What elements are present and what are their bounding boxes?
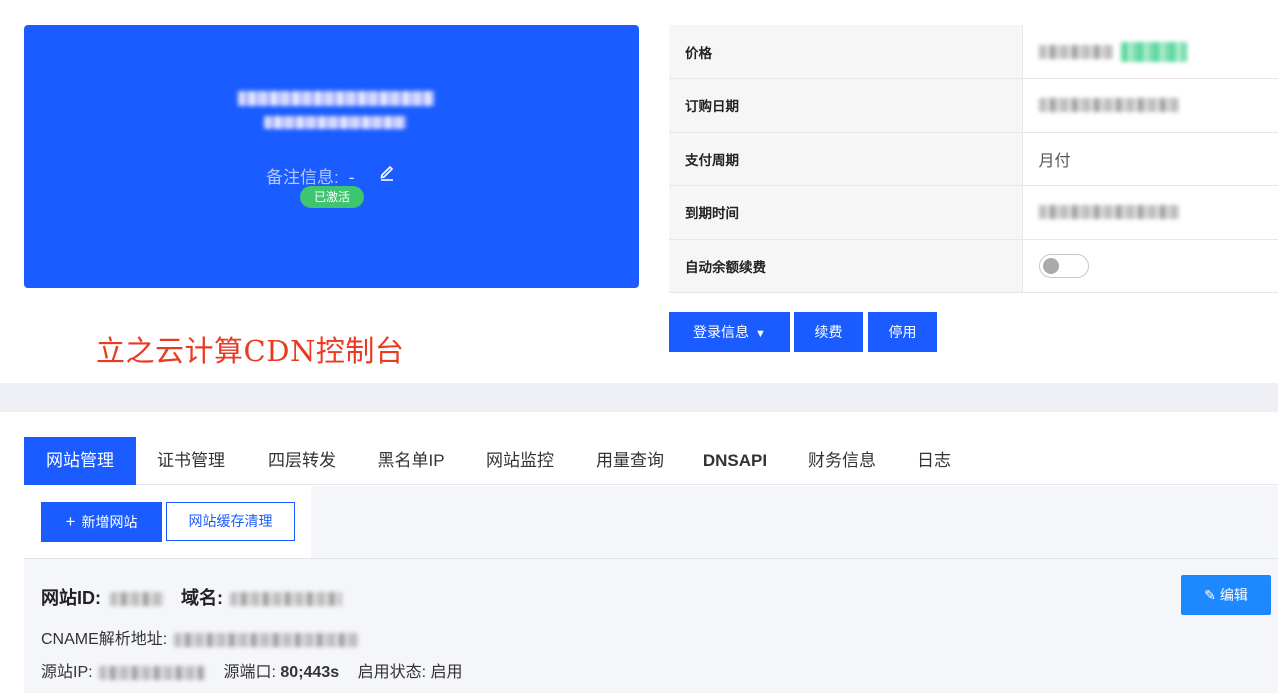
account-card: 备注信息: - 已激活: [24, 25, 639, 288]
stop-button[interactable]: 停用: [868, 312, 937, 352]
price-label: 价格: [669, 25, 1023, 79]
payment-cycle-value: 月付: [1022, 132, 1278, 186]
table-row: 到期时间: [669, 185, 1278, 240]
site-id-label: 网站ID:: [41, 588, 101, 608]
cname-label: CNAME解析地址:: [41, 631, 168, 648]
redacted-origin-ip: [99, 665, 206, 680]
status-badge: 已激活: [300, 186, 364, 208]
redacted-expiry: [1038, 205, 1179, 220]
remark-label: 备注信息:: [266, 168, 339, 187]
table-row: 价格: [669, 25, 1278, 79]
payment-cycle-label: 支付周期: [669, 132, 1023, 186]
redacted-domain: [230, 592, 343, 607]
expiry-label: 到期时间: [669, 185, 1023, 240]
tab-certificate-management[interactable]: 证书管理: [143, 437, 239, 485]
clear-cache-button[interactable]: 网站缓存清理: [166, 502, 295, 541]
domain-label: 域名:: [181, 588, 224, 608]
auto-renew-cell: [1022, 239, 1278, 293]
tab-dnsapi[interactable]: DNSAPI: [694, 437, 776, 485]
auto-renew-label: 自动余额续费: [669, 239, 1023, 293]
redacted-price-tag: [1120, 41, 1187, 62]
enable-status-label: 启用状态:: [357, 664, 427, 681]
tab-site-management[interactable]: 网站管理: [24, 437, 136, 485]
edit-site-button[interactable]: ✎ 编辑: [1181, 575, 1271, 615]
site-id-domain-row: 网站ID: 域名:: [41, 584, 343, 610]
redacted-site-id: [110, 592, 165, 607]
enable-status-value: 启用: [430, 664, 463, 681]
price-value: [1022, 25, 1278, 79]
table-row: 订购日期: [669, 78, 1278, 133]
divider: [24, 558, 1278, 559]
auto-renew-toggle[interactable]: [1038, 253, 1089, 278]
tab-layer4-forwarding[interactable]: 四层转发: [254, 437, 350, 485]
remark-info: 备注信息: -: [266, 163, 354, 188]
origin-port-value: 80;443s: [280, 664, 340, 681]
tab-finance-info[interactable]: 财务信息: [794, 437, 890, 485]
order-date-value: [1022, 78, 1278, 133]
section-divider: [0, 383, 1278, 412]
toolbar: + 新增网站 网站缓存清理: [24, 486, 311, 558]
edit-label: 编辑: [1219, 587, 1248, 603]
login-info-dropdown[interactable]: 登录信息 ▼: [669, 312, 790, 352]
redacted-order-date: [1038, 98, 1179, 113]
brand-watermark: 立之云计算CDN控制台: [96, 334, 405, 368]
table-row: 支付周期 月付: [669, 132, 1278, 186]
order-date-label: 订购日期: [669, 78, 1023, 133]
subscription-info-table: 价格 订购日期 支付周期 月付 到期时间 自动余额续费: [669, 25, 1278, 293]
redacted-account-sub: [264, 116, 406, 129]
plus-icon: +: [65, 512, 76, 531]
redacted-cname: [173, 632, 358, 647]
tab-bar: 网站管理 证书管理 四层转发 黑名单IP 网站监控 用量查询 DNSAPI 财务…: [24, 437, 1278, 485]
redacted-price: [1038, 44, 1113, 59]
remark-value: -: [348, 168, 355, 187]
tab-usage-query[interactable]: 用量查询: [584, 437, 676, 485]
expiry-value: [1022, 185, 1278, 240]
toggle-knob: [1042, 257, 1059, 274]
origin-row: 源站IP: 源端口: 80;443s 启用状态: 启用: [41, 658, 462, 682]
tab-ip-blacklist[interactable]: 黑名单IP: [365, 437, 457, 485]
origin-ip-label: 源站IP:: [41, 664, 93, 681]
pencil-icon: ✎: [1204, 587, 1216, 603]
tab-site-monitoring[interactable]: 网站监控: [474, 437, 566, 485]
table-row: 自动余额续费: [669, 239, 1278, 293]
edit-remark-icon[interactable]: [379, 163, 395, 181]
cname-row: CNAME解析地址:: [41, 625, 358, 649]
tab-logs[interactable]: 日志: [904, 437, 964, 485]
renew-button[interactable]: 续费: [794, 312, 863, 352]
site-list-panel: + 新增网站 网站缓存清理 网站ID: 域名: CNAME解析地址: 源站IP: …: [24, 486, 1278, 693]
chevron-down-icon: ▼: [755, 328, 766, 340]
redacted-account-name: [238, 91, 434, 106]
origin-port-label: 源端口:: [223, 664, 276, 681]
add-site-button[interactable]: + 新增网站: [41, 502, 162, 542]
login-info-label: 登录信息: [693, 324, 750, 340]
add-site-label: 新增网站: [81, 514, 138, 530]
